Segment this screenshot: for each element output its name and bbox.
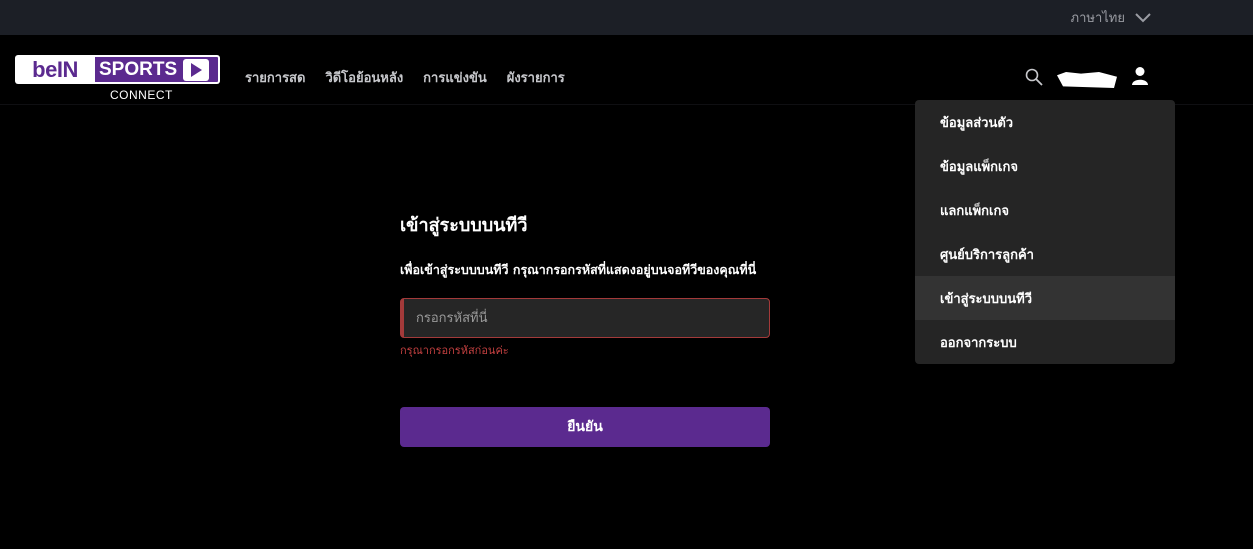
logo-connect-text: CONNECT (110, 88, 173, 102)
logo-sports-block: SPORTS (95, 55, 220, 84)
menu-item-logout[interactable]: ออกจากระบบ (915, 320, 1175, 364)
error-message: กรุณากรอกรหัสก่อนค่ะ (400, 344, 509, 357)
nav-schedule[interactable]: ผังรายการ (507, 67, 565, 88)
menu-item-redeem-package[interactable]: แลกแพ็กเกจ (915, 188, 1175, 232)
tv-code-input[interactable] (400, 298, 770, 338)
user-dropdown-menu: ข้อมูลส่วนตัว ข้อมูลแพ็กเกจ แลกแพ็กเกจ ศ… (915, 100, 1175, 364)
logo-bein-text: beIN (15, 55, 95, 84)
nav-replay[interactable]: วิดีโอย้อนหลัง (325, 67, 403, 88)
user-icon[interactable] (1131, 66, 1149, 86)
main-nav: รายการสด วิดีโอย้อนหลัง การแข่งขัน ผังรา… (245, 67, 565, 88)
menu-item-package-info[interactable]: ข้อมูลแพ็กเกจ (915, 144, 1175, 188)
tv-login-form: เข้าสู่ระบบบนทีวี เพื่อเข้าสู่ระบบบนทีวี… (400, 210, 770, 447)
menu-item-customer-service[interactable]: ศูนย์บริการลูกค้า (915, 232, 1175, 276)
header: beIN SPORTS CONNECT รายการสด วิดีโอย้อนห… (0, 35, 1253, 105)
menu-item-tv-login[interactable]: เข้าสู่ระบบบนทีวี (915, 276, 1175, 320)
play-icon (183, 58, 210, 81)
language-selector[interactable]: ภาษาไทย (1071, 0, 1151, 35)
logo-badge: beIN SPORTS (15, 55, 220, 84)
language-label: ภาษาไทย (1070, 11, 1125, 26)
username-redacted (1057, 72, 1117, 88)
confirm-button[interactable]: ยืนยัน (400, 407, 770, 447)
bein-sports-connect-logo[interactable]: beIN SPORTS CONNECT (15, 55, 220, 105)
chevron-down-icon (1135, 12, 1151, 22)
instruction-text: เพื่อเข้าสู่ระบบบนทีวี กรุณากรอกรหัสที่แ… (400, 262, 757, 277)
menu-item-profile[interactable]: ข้อมูลส่วนตัว (915, 100, 1175, 144)
page-title: เข้าสู่ระบบบนทีวี (400, 215, 528, 236)
nav-live[interactable]: รายการสด (245, 67, 305, 88)
logo-sports-text: SPORTS (99, 58, 178, 80)
nav-competitions[interactable]: การแข่งขัน (423, 67, 487, 88)
search-icon[interactable] (1025, 68, 1043, 86)
top-bar: ภาษาไทย (0, 0, 1253, 35)
